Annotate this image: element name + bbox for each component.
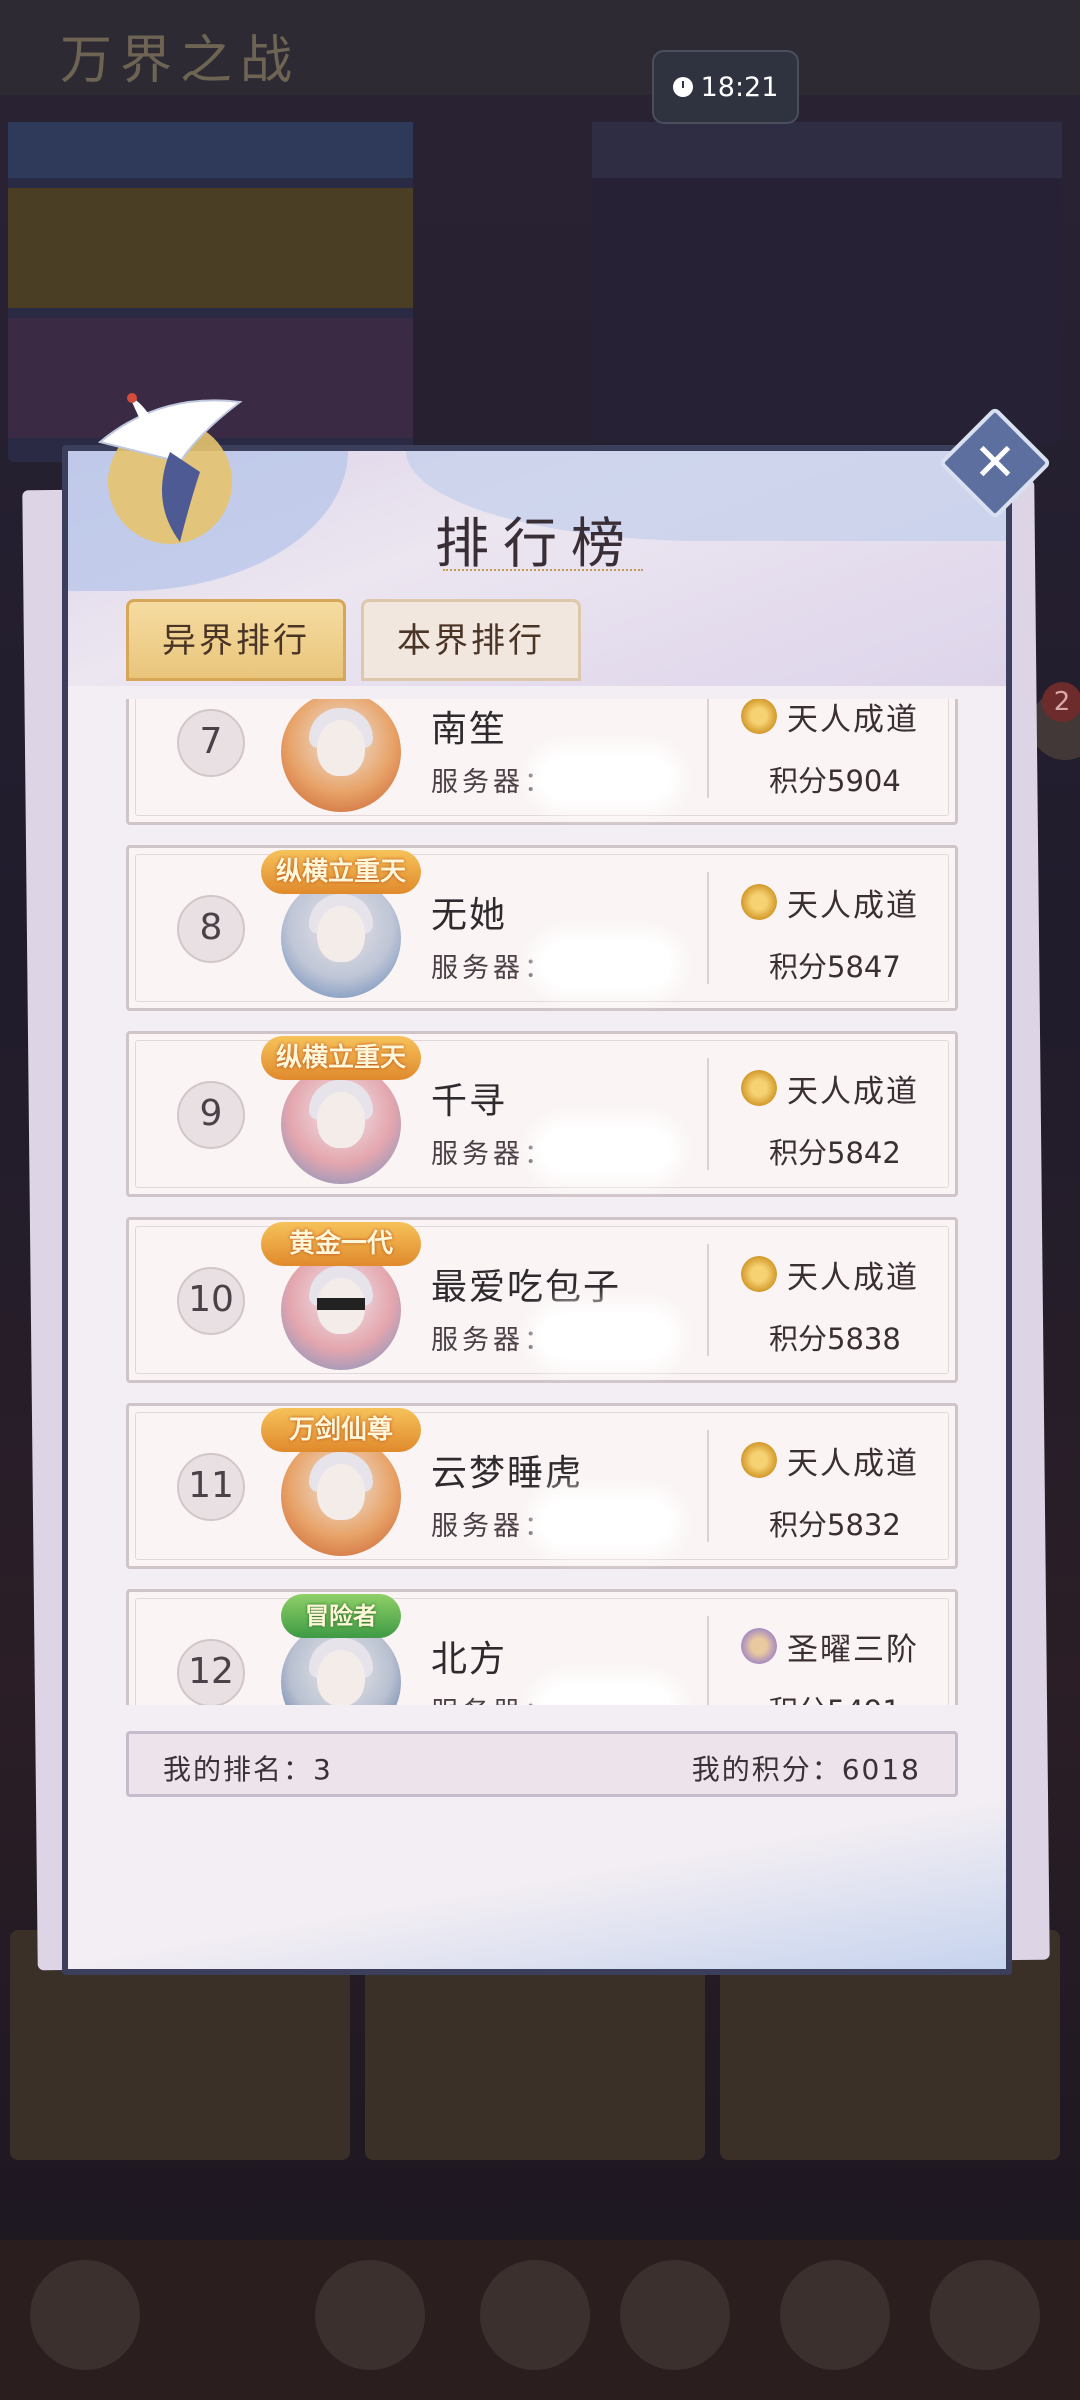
rank-title: 天人成道 [787, 1446, 919, 1482]
clock-icon [672, 77, 693, 97]
player-score: 积分5842 [769, 1136, 901, 1170]
player-badge: 冒险者 [281, 1594, 401, 1638]
ranking-row[interactable]: 9 纵横立重天 千寻 服务器： 天人成道 积分5842 [126, 1031, 958, 1197]
player-score: 积分5904 [769, 764, 901, 798]
player-avatar [281, 1250, 401, 1370]
player-badge: 万剑仙尊 [261, 1408, 421, 1452]
row-divider [707, 1058, 709, 1170]
rank-number: 9 [177, 1081, 245, 1149]
rank-title-icon [741, 699, 777, 734]
close-icon[interactable]: ✕ [955, 423, 1035, 503]
rank-number: 11 [177, 1453, 245, 1521]
rank-number: 7 [177, 709, 245, 777]
background-top-bar: 万界之战 [0, 0, 1080, 95]
rank-number: 12 [177, 1639, 245, 1705]
player-avatar [281, 1064, 401, 1184]
player-score: 积分5847 [769, 950, 901, 984]
server-label: 服务器： [431, 1325, 555, 1356]
player-badge: 纵横立重天 [261, 1036, 421, 1080]
rank-title-icon [741, 1256, 777, 1292]
server-redacted [541, 1500, 671, 1544]
player-name: 云梦睡虎 [431, 1453, 584, 1494]
rank-title: 圣曜三阶 [787, 1632, 919, 1668]
rank-title-icon [741, 1628, 777, 1664]
player-name: 北方 [431, 1639, 508, 1680]
ranking-row[interactable]: 7 南笙 服务器： 天人成道 积分5904 [126, 699, 958, 825]
rank-title-icon [741, 1070, 777, 1106]
background-title: 万界之战 [60, 31, 301, 91]
rank-title: 天人成道 [787, 1260, 919, 1296]
rank-number: 8 [177, 895, 245, 963]
leaderboard-modal: 排行榜 异界排行 本界排行 7 南笙 服务器： 天人成道 积分5904 8 纵横… [62, 445, 1012, 1975]
background-right-panel [592, 122, 1062, 442]
player-score: 积分5838 [769, 1322, 901, 1356]
rank-title-icon [741, 1442, 777, 1478]
player-avatar [281, 699, 401, 812]
row-divider [707, 1244, 709, 1356]
my-rank: 我的排名：3 [163, 1753, 333, 1786]
player-badge: 黄金一代 [261, 1222, 421, 1266]
server-redacted [541, 1128, 671, 1172]
ranking-list[interactable]: 7 南笙 服务器： 天人成道 积分5904 8 纵横立重天 无她 服务器： 天人… [126, 699, 961, 1705]
rank-title: 天人成道 [787, 1074, 919, 1110]
ranking-row[interactable]: 12 冒险者 北方 服务器： 圣曜三阶 积分5491 [126, 1589, 958, 1705]
player-name: 无她 [431, 895, 508, 936]
player-score: 积分5832 [769, 1508, 901, 1542]
my-score: 我的积分：6018 [691, 1753, 921, 1786]
crane-icon [97, 393, 243, 544]
server-redacted [541, 1686, 671, 1705]
row-divider [707, 1616, 709, 1705]
row-divider [707, 1430, 709, 1542]
clock-time: 18:21 [700, 71, 779, 103]
row-divider [707, 872, 709, 984]
status-clock: 18:21 [652, 50, 799, 124]
rank-title-icon [741, 884, 777, 920]
tab-this-realm-ranking[interactable]: 本界排行 [361, 599, 581, 681]
player-name: 最爱吃包子 [431, 1267, 622, 1308]
server-label: 服务器： [431, 1511, 555, 1542]
player-badge: 纵横立重天 [261, 850, 421, 894]
player-score: 积分5491 [769, 1688, 901, 1705]
server-redacted [541, 756, 671, 800]
title-ornament [443, 569, 643, 577]
my-ranking-bar: 我的排名：3 我的积分：6018 [126, 1731, 958, 1797]
background-side-avatar: 2 [1030, 682, 1080, 760]
rank-title: 天人成道 [787, 702, 919, 738]
server-redacted [541, 1314, 671, 1358]
player-name: 南笙 [431, 709, 508, 750]
background-bottom-nav [0, 2240, 1080, 2400]
player-name: 千寻 [431, 1081, 508, 1122]
server-label: 服务器： [431, 953, 555, 984]
server-label: 服务器： [431, 767, 555, 798]
ranking-row[interactable]: 11 万剑仙尊 云梦睡虎 服务器： 天人成道 积分5832 [126, 1403, 958, 1569]
rank-number: 10 [177, 1267, 245, 1335]
row-divider [707, 699, 709, 798]
player-avatar [281, 878, 401, 998]
player-avatar [281, 1436, 401, 1556]
rank-title: 天人成道 [787, 888, 919, 924]
modal-footer-wave [68, 1789, 1006, 1969]
server-label: 服务器： [431, 1139, 555, 1170]
server-redacted [541, 942, 671, 986]
server-label: 服务器： [431, 1690, 555, 1705]
tab-other-realm-ranking[interactable]: 异界排行 [126, 599, 346, 681]
ranking-row[interactable]: 10 黄金一代 最爱吃包子 服务器： 天人成道 积分5838 [126, 1217, 958, 1383]
ranking-row[interactable]: 8 纵横立重天 无她 服务器： 天人成道 积分5847 [126, 845, 958, 1011]
